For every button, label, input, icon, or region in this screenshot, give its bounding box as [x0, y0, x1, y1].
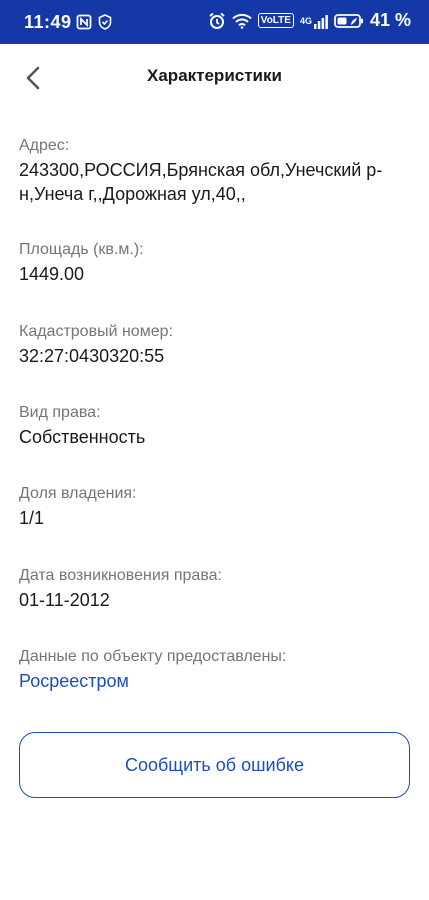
- share-value: 1/1: [19, 508, 45, 528]
- address-field: Адрес: 243300,РОССИЯ,Брянская обл,Унечск…: [19, 136, 411, 206]
- signal-icon: [313, 14, 328, 29]
- date-field: Дата возникновения права: 01-11-2012: [19, 566, 222, 612]
- battery-percent: 41 %: [369, 10, 411, 30]
- source-link[interactable]: Росреестром: [19, 669, 286, 693]
- cadastral-field: Кадастровый номер: 32:27:0430320:55: [19, 322, 173, 368]
- share-label: Доля владения:: [19, 485, 137, 502]
- date-label: Дата возникновения права:: [19, 567, 222, 584]
- shield-icon: [98, 14, 112, 30]
- page-title: Характеристики: [147, 66, 282, 85]
- area-value: 1449.00: [19, 264, 85, 284]
- address-label: Адрес:: [19, 137, 70, 154]
- cadastral-value: 32:27:0430320:55: [19, 346, 165, 366]
- wifi-icon: [232, 13, 252, 29]
- report-error-button[interactable]: Сообщить об ошибке: [19, 732, 410, 798]
- right-type-field: Вид права: Собственность: [19, 403, 145, 449]
- status-bar: 11:49 VoLTE 4G 41 %: [0, 0, 429, 44]
- cadastral-label: Кадастровый номер:: [19, 323, 173, 340]
- area-label: Площадь (кв.м.):: [19, 241, 144, 258]
- status-right-icons: VoLTE 4G 41 %: [208, 10, 411, 31]
- volte-badge: VoLTE: [257, 13, 294, 28]
- source-field: Данные по объекту предоставлены: Росреес…: [19, 647, 286, 693]
- alarm-icon: [209, 12, 225, 29]
- nfc-icon: [76, 14, 92, 30]
- status-time: 11:49: [24, 12, 72, 32]
- right-type-value: Собственность: [19, 427, 146, 447]
- battery-icon: [334, 13, 363, 28]
- share-field: Доля владения: 1/1: [19, 484, 137, 530]
- network-type: 4G: [299, 15, 312, 26]
- date-value: 01-11-2012: [19, 590, 110, 610]
- status-left-icons: [76, 14, 112, 30]
- source-label: Данные по объекту предоставлены:: [19, 648, 287, 665]
- address-value: 243300,РОССИЯ,Брянская обл,Унечский р-н,…: [19, 160, 383, 204]
- right-type-label: Вид права:: [19, 404, 101, 421]
- area-field: Площадь (кв.м.): 1449.00: [19, 240, 144, 286]
- header: Характеристики: [0, 44, 429, 110]
